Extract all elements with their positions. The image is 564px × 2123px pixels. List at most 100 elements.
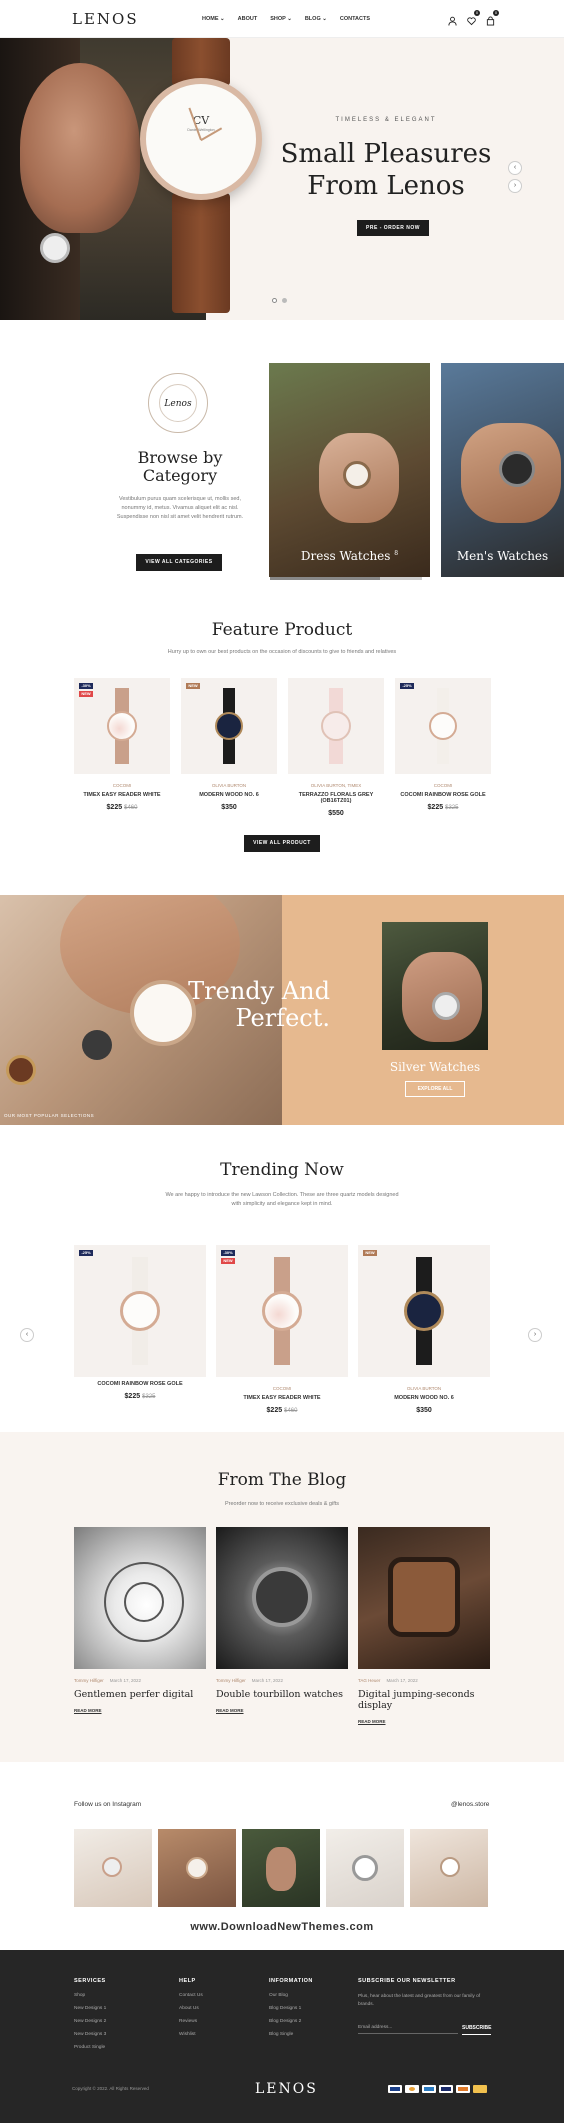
site-footer: SERVICES Shop New Designs 1 New Designs …	[0, 1950, 564, 2123]
silver-watches-image[interactable]	[382, 922, 488, 1050]
product-name[interactable]: MODERN WOOD NO. 6	[358, 1395, 490, 1401]
category-card-mens-watches[interactable]: Men's Watches	[441, 363, 564, 577]
subscribe-button[interactable]: SUBSCRIBE	[462, 2022, 492, 2035]
blog-post-title[interactable]: Digital jumping-seconds display	[358, 1689, 490, 1711]
feature-title: Feature Product	[211, 620, 353, 640]
blog-image[interactable]	[74, 1527, 206, 1669]
instagram-photo[interactable]	[74, 1829, 152, 1907]
slider-next-button[interactable]: ›	[508, 179, 522, 193]
blog-image[interactable]	[216, 1527, 348, 1669]
footer-link[interactable]: Our Blog	[269, 1993, 313, 1998]
blog-post-title[interactable]: Gentlemen perfer digital	[74, 1689, 206, 1700]
blog-author[interactable]: TAG Heuer	[358, 1678, 380, 1683]
pre-order-button[interactable]: PRE - ORDER NOW	[357, 220, 429, 236]
blog-card[interactable]: Tommy Hilfiger March 17, 2022 Gentlemen p…	[74, 1527, 206, 1713]
product-vendor[interactable]: OLIVIA BURTON, TIMEX	[288, 783, 384, 788]
product-card[interactable]: -25% COCOMI RAINBOW ROSE GOLE $225 $325	[74, 1245, 206, 1400]
category-card-dress-watches[interactable]: Dress Watches 8	[269, 363, 430, 577]
product-name[interactable]: TIMEX EASY READER WHITE	[74, 792, 170, 798]
product-card[interactable]: NEW OLIVIA BURTON MODERN WOOD NO. 6 $350	[358, 1245, 490, 1414]
product-image[interactable]: NEW	[181, 678, 277, 774]
product-vendor[interactable]: COCOMI	[395, 783, 491, 788]
header-icons: 0 0	[448, 10, 499, 26]
product-image[interactable]: -25%	[74, 1245, 206, 1377]
product-card[interactable]: -25% COCOMI COCOMI RAINBOW ROSE GOLE $22…	[395, 678, 491, 811]
footer-link[interactable]: Blog Designs 2	[269, 2019, 313, 2024]
blog-post-title[interactable]: Double tourbillon watches	[216, 1689, 348, 1700]
newsletter-email-input[interactable]: Email address...	[358, 2022, 458, 2034]
product-image[interactable]: -25%	[395, 678, 491, 774]
watch-strap	[172, 193, 230, 313]
read-more-link[interactable]: READ MORE	[74, 1708, 206, 1713]
instagram-handle[interactable]: @lenos.store	[451, 1801, 489, 1808]
product-card[interactable]: OLIVIA BURTON, TIMEX TERRAZZO FLORALS GR…	[288, 678, 384, 817]
product-vendor[interactable]: OLIVIA BURTON	[181, 783, 277, 788]
blog-card[interactable]: TAG Heuer March 17, 2022 Digital jumping-…	[358, 1527, 490, 1724]
footer-logo[interactable]: LENOS	[255, 2081, 318, 2097]
explore-all-button[interactable]: EXPLORE ALL	[405, 1081, 465, 1097]
product-vendor[interactable]: COCOMI	[216, 1386, 348, 1391]
product-card[interactable]: -30% NEW COCOMI TIMEX EASY READER WHITE …	[216, 1245, 348, 1414]
footer-link[interactable]: About Us	[179, 2006, 203, 2011]
category-scrollbar[interactable]	[270, 577, 422, 580]
product-card[interactable]: NEW OLIVIA BURTON MODERN WOOD NO. 6 $350	[181, 678, 277, 811]
nav-item-home[interactable]: HOME ⌄	[202, 16, 225, 22]
view-all-product-button[interactable]: VIEW ALL PRODUCT	[244, 835, 320, 852]
watch-image	[215, 712, 243, 740]
blog-author[interactable]: Tommy Hilfiger	[74, 1678, 104, 1683]
footer-link[interactable]: Product Single	[74, 2045, 106, 2050]
cart-icon[interactable]: 0	[486, 10, 499, 26]
watch-image	[321, 711, 351, 741]
site-logo[interactable]: LENOS	[72, 10, 139, 28]
silver-watches-title: Silver Watches	[389, 1060, 481, 1074]
product-image[interactable]: -30% NEW	[74, 678, 170, 774]
product-vendor[interactable]: COCOMI	[74, 783, 170, 788]
product-name[interactable]: TIMEX EASY READER WHITE	[216, 1395, 348, 1401]
footer-link[interactable]: Contact Us	[179, 1993, 203, 1998]
blog-author[interactable]: Tommy Hilfiger	[216, 1678, 246, 1683]
discount-badge: -30%	[221, 1250, 235, 1256]
footer-link[interactable]: Blog Single	[269, 2032, 313, 2037]
slider-prev-button[interactable]: ‹	[508, 161, 522, 175]
footer-link[interactable]: Blog Designs 1	[269, 2006, 313, 2011]
product-price: $225 $325	[124, 1393, 156, 1400]
account-icon[interactable]	[448, 13, 457, 26]
product-vendor[interactable]: OLIVIA BURTON	[358, 1386, 490, 1391]
read-more-link[interactable]: READ MORE	[216, 1708, 348, 1713]
footer-link[interactable]: Shop	[74, 1993, 106, 1998]
instagram-photo[interactable]	[410, 1829, 488, 1907]
product-image[interactable]	[288, 678, 384, 774]
slider-dot[interactable]	[272, 298, 277, 303]
trending-next-button[interactable]: ›	[528, 1328, 542, 1342]
footer-link[interactable]: New Designs 2	[74, 2019, 106, 2024]
instagram-photo[interactable]	[158, 1829, 236, 1907]
nav-item-blog[interactable]: BLOG ⌄	[305, 16, 327, 22]
new-badge: NEW	[186, 683, 200, 689]
product-image[interactable]: -30% NEW	[216, 1245, 348, 1377]
nav-item-shop[interactable]: SHOP ⌄	[270, 16, 292, 22]
footer-link[interactable]: New Designs 3	[74, 2032, 106, 2037]
nav-item-contacts[interactable]: CONTACTS	[340, 16, 370, 22]
read-more-link[interactable]: READ MORE	[358, 1719, 490, 1724]
trending-prev-button[interactable]: ‹	[20, 1328, 34, 1342]
blog-card[interactable]: Tommy Hilfiger March 17, 2022 Double tour…	[216, 1527, 348, 1713]
instagram-photo[interactable]	[326, 1829, 404, 1907]
view-all-categories-button[interactable]: VIEW ALL CATEGORIES	[136, 554, 222, 571]
nav-item-about[interactable]: ABOUT	[238, 16, 258, 22]
footer-newsletter: SUBSCRIBE OUR NEWSLETTER Plus, hear abou…	[358, 1978, 488, 2009]
slider-dot[interactable]	[282, 298, 287, 303]
main-nav: HOME ⌄ ABOUT SHOP ⌄ BLOG ⌄ CONTACTS	[202, 16, 370, 22]
product-name[interactable]: TERRAZZO FLORALS GREY (OB16TZ01)	[288, 792, 384, 804]
blog-image[interactable]	[358, 1527, 490, 1669]
product-name[interactable]: MODERN WOOD NO. 6	[181, 792, 277, 798]
footer-link[interactable]: Reviews	[179, 2019, 203, 2024]
product-image[interactable]: NEW	[358, 1245, 490, 1377]
footer-link[interactable]: New Designs 1	[74, 2006, 106, 2011]
product-name[interactable]: COCOMI RAINBOW ROSE GOLE	[395, 792, 491, 798]
footer-link[interactable]: Wishlist	[179, 2032, 203, 2037]
hero-watch-image: CV Daniel Wellington	[140, 78, 262, 200]
product-name[interactable]: COCOMI RAINBOW ROSE GOLE	[74, 1381, 206, 1387]
instagram-photo[interactable]	[242, 1829, 320, 1907]
wishlist-icon[interactable]: 0	[467, 10, 480, 26]
product-card[interactable]: -30% NEW COCOMI TIMEX EASY READER WHITE …	[74, 678, 170, 811]
